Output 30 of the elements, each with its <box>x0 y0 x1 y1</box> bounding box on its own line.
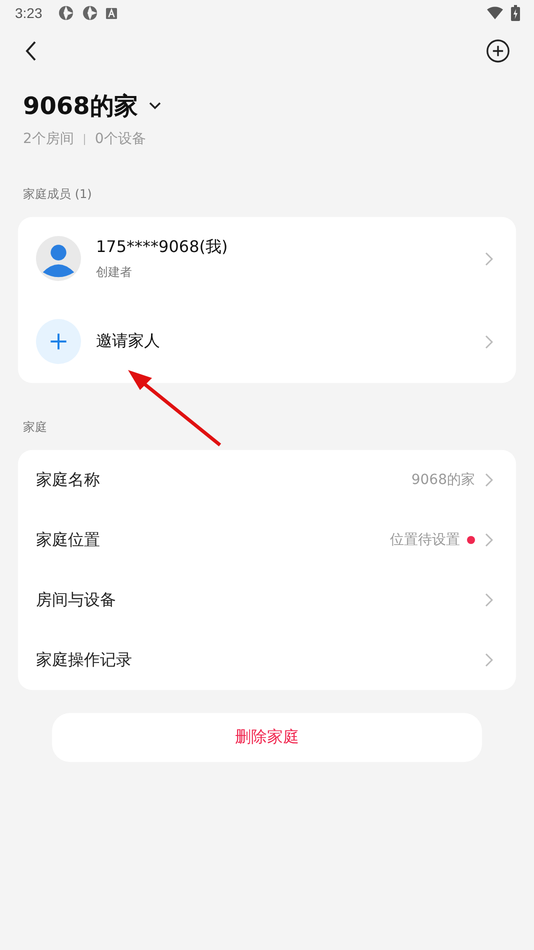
room-count: 2个房间 <box>23 130 74 148</box>
member-name[interactable]: 175****9068(我) <box>96 236 475 258</box>
app-icon <box>58 5 74 21</box>
wifi-icon <box>487 5 503 21</box>
setting-label[interactable]: 房间与设备 <box>36 590 116 610</box>
setting-value: 位置待设置 <box>390 531 460 549</box>
chevron-icon[interactable] <box>485 653 493 667</box>
setting-label[interactable]: 家庭位置 <box>36 530 100 550</box>
section-heading: 家庭 <box>23 419 47 436</box>
avatar-icon <box>36 236 81 281</box>
member-role: 创建者 <box>96 264 133 280</box>
dropdown-icon[interactable] <box>148 101 162 111</box>
setting-label[interactable]: 家庭操作记录 <box>36 650 132 670</box>
chevron-icon[interactable] <box>485 533 493 547</box>
home-title: 9068的家 <box>23 91 138 122</box>
chevron-icon[interactable] <box>485 593 493 607</box>
status-time: 3:23 <box>15 5 42 21</box>
app-icon <box>82 5 98 21</box>
chevron-icon[interactable] <box>485 334 493 348</box>
keyboard-icon <box>106 8 118 18</box>
chevron-icon[interactable] <box>485 473 493 487</box>
battery-icon <box>511 5 520 21</box>
setting-value: 9068的家 <box>411 471 475 489</box>
device-count: 0个设备 <box>94 130 146 148</box>
add-icon[interactable] <box>486 39 510 63</box>
setting-label[interactable]: 家庭名称 <box>36 470 100 490</box>
invite-label[interactable]: 邀请家人 <box>96 331 475 352</box>
chevron-icon[interactable] <box>485 252 493 266</box>
delete-home-button[interactable]: 删除家庭 <box>52 713 482 762</box>
section-heading: 家庭成员 (1) <box>23 186 92 203</box>
